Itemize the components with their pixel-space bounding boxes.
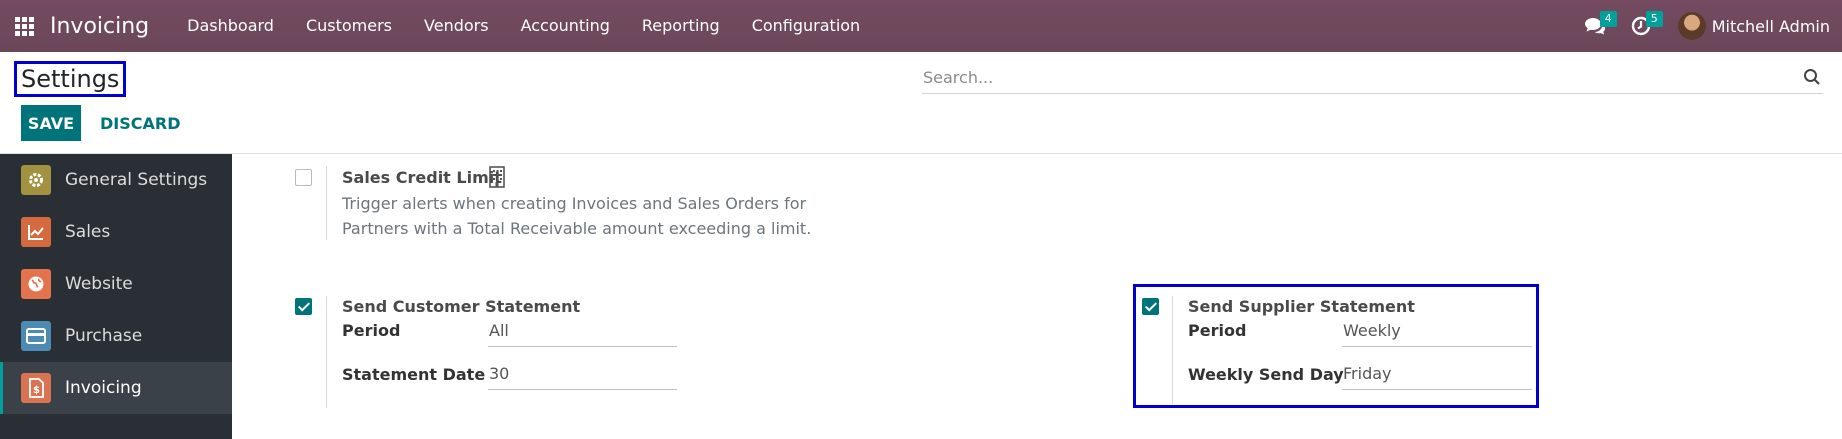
setting-send-customer-statement: Send Customer Statement Period All State… bbox=[232, 284, 932, 414]
credit-limit-title: Sales Credit Limit bbox=[342, 168, 502, 187]
sidebar-item-label: Website bbox=[65, 274, 133, 294]
sidebar-item-label: General Settings bbox=[65, 170, 208, 190]
systray: 4 5 Mitchell Admin bbox=[1572, 0, 1842, 52]
globe-icon bbox=[21, 269, 51, 299]
supplier-statement-title: Send Supplier Statement bbox=[1188, 297, 1415, 316]
sidebar-item-label: Sales bbox=[65, 222, 111, 242]
discard-button[interactable]: DISCARD bbox=[92, 105, 188, 141]
customer-statement-date-input[interactable]: 30 bbox=[488, 360, 677, 390]
messages-button[interactable]: 4 bbox=[1572, 0, 1618, 52]
setting-sales-credit-limit: Sales Credit Limit Trigger alerts when c… bbox=[232, 154, 932, 244]
user-avatar[interactable] bbox=[1677, 12, 1706, 40]
activities-button[interactable]: 5 bbox=[1618, 0, 1664, 52]
setting-divider bbox=[326, 166, 327, 240]
customer-statement-date-label: Statement Date bbox=[342, 365, 486, 384]
sidebar-item-label: Purchase bbox=[65, 326, 143, 346]
customer-period-select[interactable]: All bbox=[488, 317, 677, 347]
save-button[interactable]: SAVE bbox=[21, 105, 81, 141]
setting-divider bbox=[326, 296, 327, 408]
activities-count-badge: 5 bbox=[1645, 11, 1663, 27]
supplier-period-select[interactable]: Weekly bbox=[1342, 317, 1532, 347]
card-icon bbox=[21, 321, 51, 351]
main-menu: Dashboard Customers Vendors Accounting R… bbox=[171, 0, 876, 52]
weekly-send-day-label: Weekly Send Day bbox=[1188, 365, 1344, 384]
settings-sidebar: General Settings Sales Website Purchase … bbox=[0, 154, 232, 439]
search-input[interactable] bbox=[922, 62, 1782, 92]
menu-vendors[interactable]: Vendors bbox=[408, 0, 505, 52]
top-navbar: Invoicing Dashboard Customers Vendors Ac… bbox=[0, 0, 1842, 52]
invoice-icon: $ bbox=[21, 373, 51, 403]
menu-accounting[interactable]: Accounting bbox=[505, 0, 626, 52]
menu-customers[interactable]: Customers bbox=[290, 0, 408, 52]
menu-reporting[interactable]: Reporting bbox=[626, 0, 736, 52]
customer-statement-title: Send Customer Statement bbox=[342, 297, 581, 316]
svg-text:$: $ bbox=[33, 385, 40, 396]
page-title: Settings bbox=[14, 61, 127, 97]
supplier-statement-checkbox[interactable] bbox=[1142, 298, 1159, 315]
sidebar-item-label: Invoicing bbox=[65, 378, 142, 398]
setting-send-supplier-statement: Send Supplier Statement Period Weekly We… bbox=[1136, 284, 1536, 408]
app-menu-icon[interactable] bbox=[0, 0, 48, 52]
sidebar-item-general-settings[interactable]: General Settings bbox=[0, 154, 232, 206]
menu-dashboard[interactable]: Dashboard bbox=[171, 0, 290, 52]
weekly-send-day-select[interactable]: Friday bbox=[1342, 360, 1532, 390]
messages-count-badge: 4 bbox=[1599, 11, 1617, 27]
menu-configuration[interactable]: Configuration bbox=[736, 0, 877, 52]
search-bar bbox=[922, 62, 1823, 94]
gear-icon bbox=[21, 165, 51, 195]
building-icon bbox=[489, 166, 505, 188]
sidebar-item-invoicing[interactable]: $ Invoicing bbox=[0, 362, 232, 414]
app-name[interactable]: Invoicing bbox=[48, 14, 171, 39]
customer-period-label: Period bbox=[342, 321, 401, 340]
credit-limit-description: Trigger alerts when creating Invoices an… bbox=[342, 194, 812, 238]
sidebar-item-website[interactable]: Website bbox=[0, 258, 232, 310]
sidebar-item-purchase[interactable]: Purchase bbox=[0, 310, 232, 362]
credit-limit-checkbox[interactable] bbox=[295, 169, 312, 186]
user-name[interactable]: Mitchell Admin bbox=[1712, 17, 1830, 36]
control-panel: Settings SAVE DISCARD bbox=[0, 52, 1842, 154]
sidebar-item-sales[interactable]: Sales bbox=[0, 206, 232, 258]
search-icon[interactable] bbox=[1803, 68, 1821, 86]
chart-icon bbox=[21, 217, 51, 247]
supplier-period-label: Period bbox=[1188, 321, 1247, 340]
settings-content: Sales Credit Limit Trigger alerts when c… bbox=[232, 154, 1842, 439]
customer-statement-checkbox[interactable] bbox=[295, 298, 312, 315]
setting-divider bbox=[1172, 296, 1173, 404]
